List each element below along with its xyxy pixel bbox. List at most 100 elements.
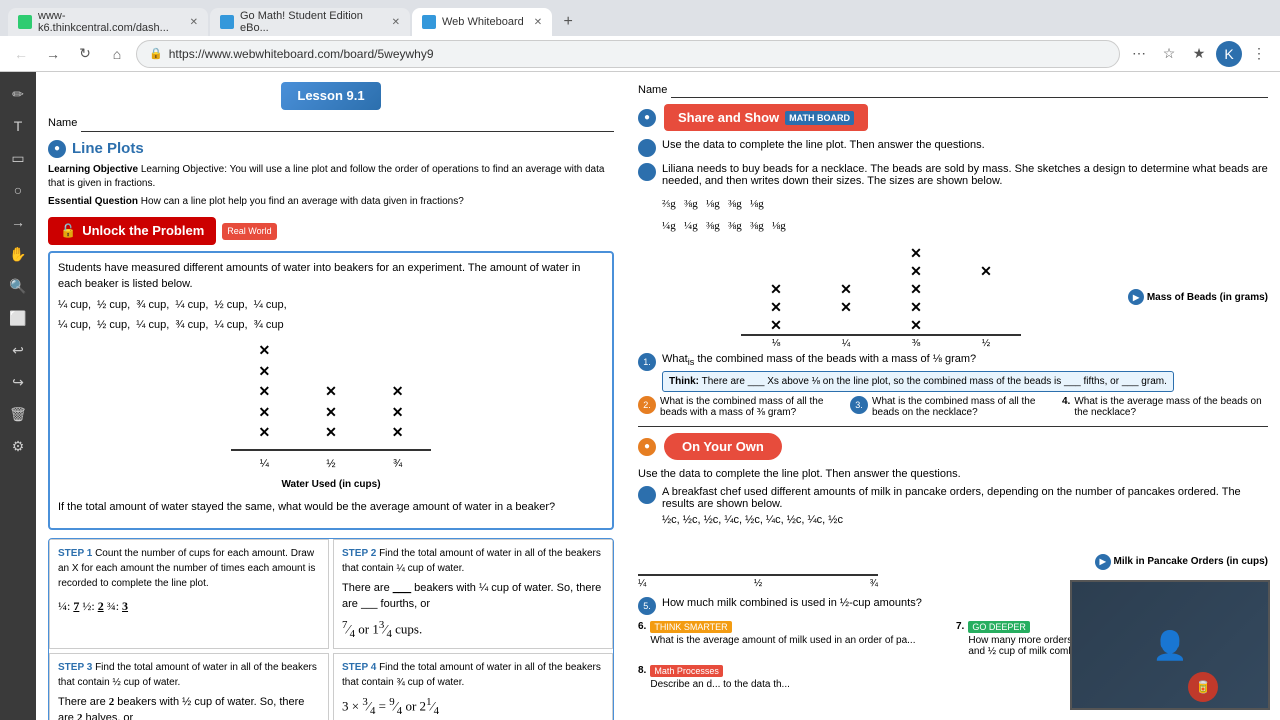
- tab-2[interactable]: Go Math! Student Edition eBo... ✕: [210, 8, 410, 36]
- fractions-row1: ¼ cup, ½ cup, ¾ cup, ¼ cup, ½ cup, ¼ cup…: [58, 298, 604, 313]
- left-worksheet: Lesson 9.1 Name ● Line Plots Learning Ob…: [36, 72, 626, 720]
- question3-text: What is the combined mass of all the bea…: [872, 396, 1056, 418]
- address-bar[interactable]: 🔒 https://www.webwhiteboard.com/board/5w…: [136, 40, 1120, 68]
- back-button[interactable]: ←: [8, 41, 34, 67]
- go-deeper-badge: GO DEEPER: [968, 621, 1030, 633]
- tab-2-label: Go Math! Student Edition eBo...: [240, 10, 382, 34]
- share-circle: ●: [638, 109, 656, 127]
- oyo-circle: ●: [638, 438, 656, 456]
- q7-num: 7.: [956, 621, 964, 632]
- steps-grid: STEP 1 Count the number of cups for each…: [48, 538, 614, 720]
- tab-bar: www-k6.thinkcentral.com/dash... ✕ Go Mat…: [0, 0, 1280, 36]
- line-plot-xmarks: ✕✕✕✕✕ ✕✕ ✕✕✕ ✕✕ ✕✕✕: [58, 341, 604, 492]
- instruction2: Use the data to complete the line plot. …: [638, 468, 1268, 480]
- tab-3-favicon: [422, 15, 436, 29]
- circle-tool[interactable]: ○: [4, 176, 32, 204]
- learning-objective: Learning Objective Learning Objective: Y…: [48, 163, 614, 191]
- tab-1-close[interactable]: ✕: [190, 17, 198, 28]
- instruction1: Use the data to complete the line plot. …: [662, 139, 985, 151]
- name-label: Name: [48, 116, 77, 131]
- beads-plot-container: ✕✕✕ ✕✕ ✕✕✕✕✕: [638, 245, 1268, 349]
- tab-3-close[interactable]: ✕: [534, 17, 542, 28]
- step1-work: ¼: 7 ½: 2 ¾: 3: [58, 597, 320, 615]
- step4-work: 3 × 3⁄4 = 9⁄4 or 21⁄4: [342, 694, 604, 719]
- audio-btn-mass[interactable]: ▶: [1128, 289, 1144, 305]
- question8-text: Describe an d... to the data th...: [650, 679, 790, 690]
- section-circle: ●: [48, 140, 66, 158]
- on-your-own-banner: On Your Own: [664, 433, 782, 460]
- question1-content: Whatis the combined mass of the beads wi…: [662, 353, 1174, 392]
- eraser-tool[interactable]: ⬜: [4, 304, 32, 332]
- q8-num: 8.: [638, 665, 646, 676]
- new-tab-button[interactable]: +: [554, 8, 582, 36]
- chef-problem: A breakfast chef used different amounts …: [662, 486, 1268, 510]
- name-field[interactable]: [81, 116, 614, 132]
- step1-cell: STEP 1 Count the number of cups for each…: [49, 539, 329, 649]
- tab-1[interactable]: www-k6.thinkcentral.com/dash... ✕: [8, 8, 208, 36]
- pencil-tool[interactable]: ✏: [4, 80, 32, 108]
- q1-circle: 1.: [638, 353, 656, 371]
- math-processes-badge: Math Processes: [650, 665, 723, 677]
- redo-tool[interactable]: ↪: [4, 368, 32, 396]
- text-tool[interactable]: T: [4, 112, 32, 140]
- question2-text: What is the combined mass of all the bea…: [660, 396, 844, 418]
- section-divider: [638, 426, 1268, 427]
- main-area: ✏ T ▭ ○ → ✋ 🔍 ⬜ ↩ ↪ 🗑 ⚙ Lesson 9.1 Name: [0, 72, 1280, 720]
- beads-plot: ✕✕✕ ✕✕ ✕✕✕✕✕: [638, 245, 1124, 349]
- delete-tool[interactable]: 🗑: [4, 400, 32, 428]
- mass-axis-label: ▶ Mass of Beads (in grams): [1128, 245, 1268, 349]
- beads-fractions: ⅔g ⅜g ⅛g ⅜g ⅛g ¼g ¼g ⅜g ⅜g ⅜g ⅛g: [662, 193, 1268, 237]
- bookmark-button[interactable]: ★: [1186, 41, 1212, 67]
- tab-3[interactable]: Web Whiteboard ✕: [412, 8, 552, 36]
- home-button[interactable]: ⌂: [104, 41, 130, 67]
- tab-2-favicon: [220, 15, 234, 29]
- extensions-button[interactable]: ⋯: [1126, 41, 1152, 67]
- webcam-overlay: 👤 🥫: [1070, 580, 1270, 710]
- beads-problem: Liliana needs to buy beads for a necklac…: [662, 163, 1268, 187]
- milk-axis: [638, 574, 878, 576]
- milk-plot-area: [638, 534, 878, 574]
- tools-sidebar: ✏ T ▭ ○ → ✋ 🔍 ⬜ ↩ ↪ 🗑 ⚙: [0, 72, 36, 720]
- tab-3-label: Web Whiteboard: [442, 16, 524, 28]
- settings-tool[interactable]: ⚙: [4, 432, 32, 460]
- step2-work: There are ___ beakers with ¼ cup of wate…: [342, 580, 604, 613]
- rectangle-tool[interactable]: ▭: [4, 144, 32, 172]
- profile-button[interactable]: K: [1216, 41, 1242, 67]
- name-section: Name: [48, 116, 614, 132]
- unlock-banner: 🔓 Unlock the Problem: [48, 217, 216, 245]
- questions-234-grid: 2. What is the combined mass of all the …: [638, 396, 1268, 418]
- instruction1-circle: [638, 139, 656, 157]
- refresh-button[interactable]: ↻: [72, 41, 98, 67]
- real-world-badge: Real World: [222, 223, 276, 240]
- essential-question: Essential Question How can a line plot h…: [48, 195, 614, 209]
- question8-content: Math Processes Describe an d... to the d…: [650, 665, 790, 690]
- browser-chrome: www-k6.thinkcentral.com/dash... ✕ Go Mat…: [0, 0, 1280, 72]
- undo-tool[interactable]: ↩: [4, 336, 32, 364]
- tab-2-close[interactable]: ✕: [392, 17, 400, 28]
- nav-actions: ⋯ ☆ ★ K ⋮: [1126, 41, 1272, 67]
- favorites-button[interactable]: ☆: [1156, 41, 1182, 67]
- tab-1-favicon: [18, 15, 32, 29]
- zoom-tool[interactable]: 🔍: [4, 272, 32, 300]
- forward-button[interactable]: →: [40, 41, 66, 67]
- step4-cell: STEP 4 Find the total amount of water in…: [333, 653, 613, 720]
- arrow-tool[interactable]: →: [4, 208, 32, 236]
- left-worksheet-panel: Lesson 9.1 Name ● Line Plots Learning Ob…: [36, 72, 626, 720]
- lock-icon: 🔒: [149, 47, 163, 60]
- content-area: Lesson 9.1 Name ● Line Plots Learning Ob…: [36, 72, 1280, 720]
- beads-circle: [638, 163, 656, 181]
- hand-tool[interactable]: ✋: [4, 240, 32, 268]
- step2-result: 7⁄4 or 13⁄4 cups.: [342, 617, 604, 642]
- right-name-field[interactable]: [671, 82, 1268, 98]
- question3-row: 3. What is the combined mass of all the …: [850, 396, 1056, 418]
- beads-problem-row: Liliana needs to buy beads for a necklac…: [638, 163, 1268, 187]
- menu-button[interactable]: ⋮: [1246, 41, 1272, 67]
- audio-btn-milk[interactable]: ▶: [1095, 554, 1111, 570]
- share-show-banner: Share and Show MATH BOARD: [664, 104, 868, 131]
- q3-circle: 3.: [850, 396, 868, 414]
- water-axis-label: Water Used (in cups): [281, 478, 380, 492]
- think-box: Think: There are ___ Xs above ⅛ on the l…: [662, 371, 1174, 392]
- step2-cell: STEP 2 Find the total amount of water in…: [333, 539, 613, 649]
- problem-box: Students have measured different amounts…: [48, 251, 614, 529]
- question6-text: What is the average amount of milk used …: [650, 635, 915, 646]
